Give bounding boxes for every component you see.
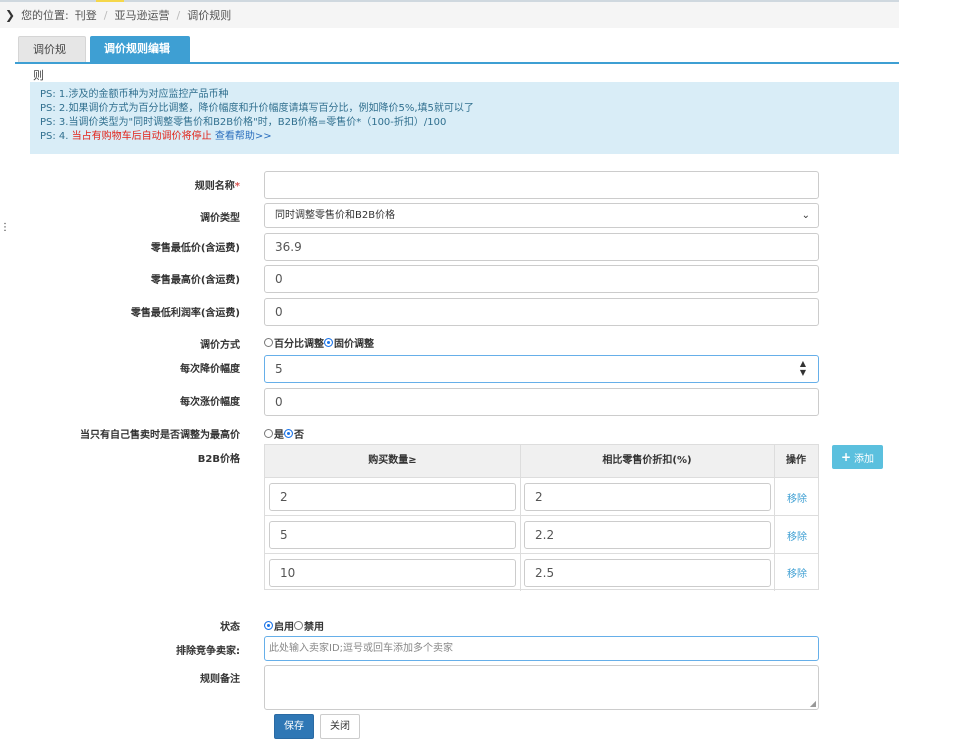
- b2b-table: 购买数量≥ 相比零售价折扣(%) 操作 2 2 移除 5 2.2 移除 10 2…: [264, 444, 819, 591]
- b2b-discount-input[interactable]: 2: [524, 483, 771, 511]
- status-option-disabled: 禁用: [304, 622, 324, 633]
- breadcrumb-prefix: 您的位置:: [21, 9, 69, 22]
- notice-line-3: PS: 3.当调价类型为"同时调整零售价和B2B价格"时，B2B价格=零售价*（…: [40, 117, 447, 128]
- number-spinner-icon[interactable]: ▲ ▼: [800, 359, 806, 377]
- notice-line-1: PS: 1.涉及的金额币种为对应监控产品币种: [40, 89, 229, 100]
- tab-bar: 调价规则 调价规则编辑 ✖: [15, 36, 899, 82]
- price-type-selected: 同时调整零售价和B2B价格: [275, 210, 396, 221]
- chevron-down-icon: ⌄: [801, 210, 810, 221]
- tab-price-rule-edit[interactable]: 调价规则编辑 ✖: [90, 36, 190, 81]
- b2b-remove-link[interactable]: 移除: [787, 490, 807, 505]
- column-divider: [774, 445, 775, 591]
- status-option-enabled: 启用: [274, 622, 294, 633]
- rule-name-label-text: 规则名称: [194, 181, 235, 192]
- method-radio-group: 百分比调整 固价调整: [264, 335, 374, 350]
- breadcrumb-separator: /: [103, 8, 108, 22]
- add-row-label: 添加: [854, 453, 875, 465]
- exclude-sellers-label: 排除竞争卖家:: [176, 646, 240, 657]
- column-divider: [520, 445, 521, 591]
- b2b-qty-input[interactable]: 2: [269, 483, 516, 511]
- increase-label: 每次涨价幅度: [180, 397, 240, 408]
- self-only-option-yes: 是: [274, 430, 284, 441]
- help-link[interactable]: 查看帮助>>: [215, 131, 272, 142]
- row-divider: [265, 515, 818, 516]
- breadcrumb: ❯ 您的位置: 刊登 / 亚马逊运营 / 调价规则: [0, 2, 899, 28]
- chevron-right-icon: ❯: [5, 8, 16, 22]
- b2b-remove-link[interactable]: 移除: [787, 565, 807, 580]
- b2b-qty-input[interactable]: 5: [269, 521, 516, 549]
- notice-line-4-prefix: PS: 4.: [40, 131, 69, 142]
- add-row-button[interactable]: + 添加: [832, 445, 883, 469]
- method-option-fixed: 固价调整: [334, 339, 374, 350]
- notice-line-4: PS: 4. 当占有购物车后自动调价将停止 查看帮助>>: [40, 130, 889, 144]
- rule-name-input[interactable]: [264, 171, 819, 199]
- self-only-label: 当只有自己售卖时是否调整为最高价: [80, 430, 240, 441]
- remark-textarea[interactable]: ◢: [264, 665, 819, 710]
- self-only-radio-group: 是 否: [264, 426, 304, 441]
- b2b-discount-input[interactable]: 2.2: [524, 521, 771, 549]
- header-action: 操作: [786, 455, 806, 466]
- breadcrumb-item-amazon[interactable]: 亚马逊运营: [115, 7, 170, 23]
- breadcrumb-item-listing[interactable]: 刊登: [75, 7, 97, 23]
- status-label: 状态: [220, 622, 240, 633]
- tab-price-rules[interactable]: 调价规则: [18, 36, 86, 82]
- breadcrumb-separator: /: [176, 8, 181, 22]
- min-margin-label: 零售最低利润率(含运费): [130, 308, 240, 319]
- rule-name-label: 规则名称*: [0, 177, 240, 192]
- method-radio-fixed[interactable]: [324, 338, 333, 347]
- exclude-sellers-input[interactable]: 此处输入卖家ID;逗号或回车添加多个卖家: [264, 636, 819, 661]
- row-divider: [265, 553, 818, 554]
- plus-icon: +: [840, 450, 852, 464]
- self-only-option-no: 否: [294, 430, 304, 441]
- decrease-label: 每次降价幅度: [180, 364, 240, 375]
- notice-box: PS: 1.涉及的金额币种为对应监控产品币种 PS: 2.如果调价方式为百分比调…: [30, 82, 899, 154]
- remark-label: 规则备注: [200, 674, 240, 685]
- resize-handle-icon[interactable]: ◢: [810, 699, 816, 708]
- save-button[interactable]: 保存: [274, 714, 314, 739]
- min-price-label: 零售最低价(含运费): [150, 243, 240, 254]
- header-quantity: 购买数量≥: [368, 455, 417, 466]
- min-margin-input[interactable]: 0: [264, 298, 819, 326]
- header-discount: 相比零售价折扣(%): [602, 455, 692, 466]
- close-button[interactable]: 关闭: [320, 714, 360, 739]
- price-type-label: 调价类型: [200, 213, 240, 224]
- tab-label: 调价规则: [33, 43, 66, 82]
- b2b-discount-input[interactable]: 2.5: [524, 559, 771, 587]
- decrease-value: 5: [275, 362, 283, 376]
- price-type-select[interactable]: 同时调整零售价和B2B价格 ⌄: [264, 203, 819, 228]
- decrease-input[interactable]: 5 ▲ ▼: [264, 355, 819, 383]
- increase-input[interactable]: 0: [264, 388, 819, 416]
- b2b-remove-link[interactable]: 移除: [787, 528, 807, 543]
- breadcrumb-item-rules: 调价规则: [187, 9, 232, 22]
- min-price-input[interactable]: 36.9: [264, 233, 819, 261]
- tab-label: 调价规则编辑: [104, 42, 170, 55]
- required-mark: *: [234, 181, 240, 192]
- method-radio-percent[interactable]: [264, 338, 273, 347]
- status-radio-group: 启用 禁用: [264, 618, 324, 633]
- max-price-label: 零售最高价(含运费): [150, 275, 240, 286]
- method-label: 调价方式: [200, 340, 240, 351]
- b2b-qty-input[interactable]: 10: [269, 559, 516, 587]
- max-price-input[interactable]: 0: [264, 265, 819, 293]
- status-radio-enabled[interactable]: [264, 621, 273, 630]
- b2b-table-header: 购买数量≥ 相比零售价折扣(%) 操作: [265, 445, 818, 478]
- method-option-percent: 百分比调整: [274, 339, 324, 350]
- notice-line-2: PS: 2.如果调价方式为百分比调整，降价幅度和升价幅度请填写百分比，例如降价5…: [40, 103, 474, 114]
- self-only-radio-yes[interactable]: [264, 429, 273, 438]
- status-radio-disabled[interactable]: [294, 621, 303, 630]
- self-only-radio-no[interactable]: [284, 429, 293, 438]
- notice-warning: 当占有购物车后自动调价将停止: [71, 131, 212, 142]
- close-icon[interactable]: ✖: [108, 68, 117, 81]
- b2b-label: B2B价格: [197, 454, 240, 465]
